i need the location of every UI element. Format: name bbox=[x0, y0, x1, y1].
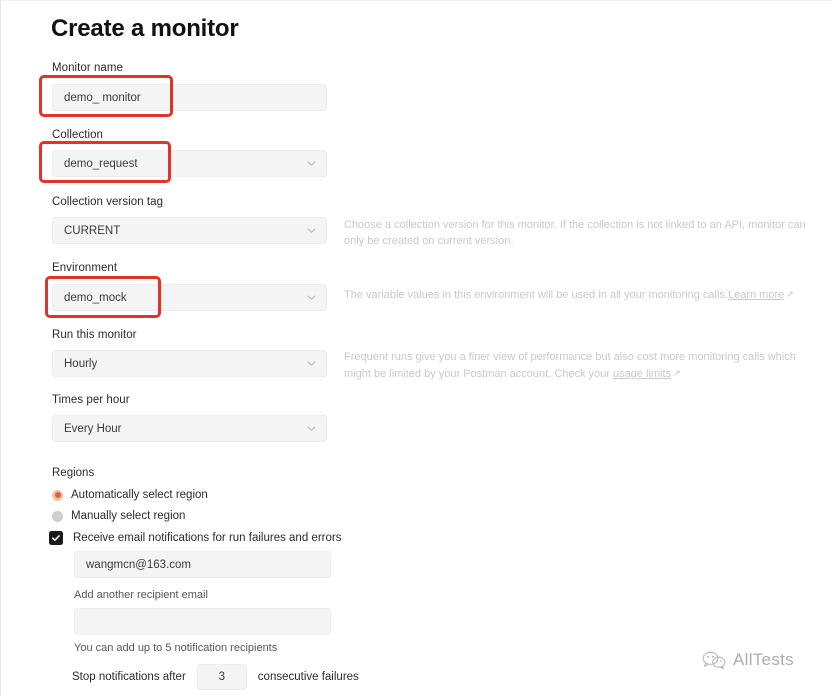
email-notifications-label: Receive email notifications for run fail… bbox=[73, 532, 342, 544]
environment-value: demo_mock bbox=[64, 291, 127, 304]
email-notifications-checkbox[interactable]: Receive email notifications for run fail… bbox=[49, 531, 341, 545]
external-link-icon: ↗ bbox=[786, 289, 794, 299]
collection-version-tag-select[interactable]: CURRENT bbox=[52, 217, 327, 244]
collection-version-tag-label: Collection version tag bbox=[52, 196, 164, 208]
stop-notifications-row: Stop notifications after 3 consecutive f… bbox=[72, 664, 359, 690]
environment-help: The variable values in this environment … bbox=[344, 286, 812, 303]
page-title: Create a monitor bbox=[51, 15, 239, 42]
recipient-email-input[interactable]: wangmcn@163.com bbox=[74, 551, 331, 578]
external-link-icon: ↗ bbox=[673, 368, 681, 378]
chevron-down-icon bbox=[307, 226, 316, 235]
run-this-monitor-label: Run this monitor bbox=[52, 329, 137, 341]
regions-label: Regions bbox=[52, 467, 95, 479]
environment-select[interactable]: demo_mock bbox=[52, 284, 327, 311]
environment-help-text: The variable values in this environment … bbox=[344, 289, 728, 301]
region-option-automatic-label: Automatically select region bbox=[71, 489, 208, 501]
run-frequency-value: Hourly bbox=[64, 357, 98, 370]
radio-selected-icon bbox=[52, 489, 63, 501]
stop-notifications-count-input[interactable]: 3 bbox=[196, 664, 247, 690]
wechat-logo-icon bbox=[701, 649, 727, 671]
times-per-hour-value: Every Hour bbox=[64, 422, 122, 435]
usage-limits-link[interactable]: usage limits bbox=[613, 368, 671, 380]
collection-select[interactable]: demo_request bbox=[52, 150, 327, 177]
collection-version-tag-value: CURRENT bbox=[64, 224, 121, 237]
monitor-name-input[interactable]: demo_ monitor bbox=[52, 84, 327, 111]
stop-notifications-prefix: Stop notifications after bbox=[72, 671, 186, 683]
region-option-manual-label: Manually select region bbox=[71, 510, 186, 522]
region-option-manual[interactable]: Manually select region bbox=[52, 510, 185, 522]
region-option-automatic[interactable]: Automatically select region bbox=[52, 489, 208, 501]
add-another-recipient-label: Add another recipient email bbox=[74, 589, 208, 601]
run-frequency-help-text: Frequent runs give you a finer view of p… bbox=[344, 351, 796, 380]
collection-label: Collection bbox=[52, 129, 103, 141]
times-per-hour-label: Times per hour bbox=[52, 394, 130, 406]
create-monitor-page: Create a monitor Monitor name demo_ moni… bbox=[1, 1, 832, 696]
recipient-email-value: wangmcn@163.com bbox=[86, 558, 191, 571]
radio-unselected-icon bbox=[52, 510, 63, 522]
run-frequency-select[interactable]: Hourly bbox=[52, 350, 327, 377]
watermark: AllTests bbox=[701, 649, 794, 671]
chevron-down-icon bbox=[307, 424, 316, 433]
environment-learn-more-link[interactable]: Learn more bbox=[728, 289, 784, 301]
add-another-recipient-input[interactable] bbox=[74, 608, 331, 635]
collection-value: demo_request bbox=[64, 157, 138, 170]
run-frequency-help: Frequent runs give you a finer view of p… bbox=[344, 349, 812, 382]
monitor-name-value: demo_ monitor bbox=[64, 91, 141, 104]
environment-label: Environment bbox=[52, 262, 118, 274]
chevron-down-icon bbox=[307, 293, 316, 302]
monitor-name-label: Monitor name bbox=[52, 62, 123, 74]
collection-version-tag-help: Choose a collection version for this mon… bbox=[344, 219, 806, 247]
chevron-down-icon bbox=[307, 359, 316, 368]
checkbox-checked-icon bbox=[49, 531, 63, 545]
recipient-limit-hint: You can add up to 5 notification recipie… bbox=[74, 642, 278, 654]
chevron-down-icon bbox=[307, 159, 316, 168]
times-per-hour-select[interactable]: Every Hour bbox=[52, 415, 327, 442]
watermark-text: AllTests bbox=[733, 650, 794, 669]
stop-notifications-suffix: consecutive failures bbox=[257, 671, 359, 683]
